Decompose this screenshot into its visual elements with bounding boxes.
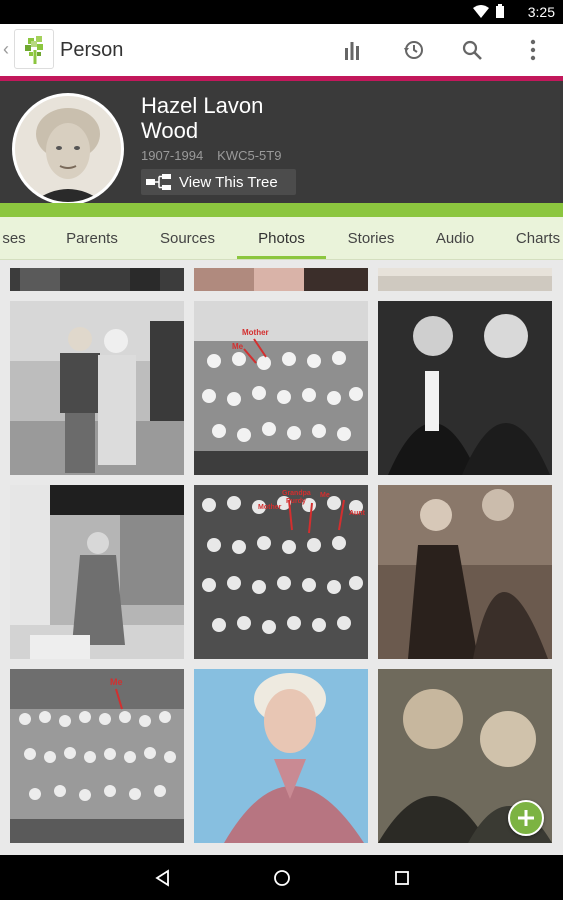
annotation-grandpa: Grandpa [282, 490, 311, 497]
tree-chart-icon [146, 174, 171, 190]
person-lifespan: 1907-1994 [141, 148, 204, 163]
plus-icon [518, 810, 534, 826]
status-time: 3:25 [527, 4, 555, 20]
photo-woman-porch[interactable] [10, 485, 184, 659]
pedigree-icon [345, 42, 359, 60]
familysearch-tree-logo[interactable] [14, 29, 54, 69]
view-tree-label: View This Tree [179, 173, 278, 191]
tab-photos[interactable]: Photos [237, 217, 326, 259]
add-photo-button[interactable] [508, 800, 544, 836]
annotation-me-2: Me [320, 492, 330, 499]
photo-group-2[interactable]: Grandpa Purdy Mother Me Aunt [194, 485, 368, 659]
green-divider [0, 203, 563, 217]
tab-stories[interactable]: Stories [333, 217, 409, 259]
search-button[interactable] [458, 36, 486, 64]
tab-parents[interactable]: Parents [50, 217, 134, 259]
photo-grid[interactable]: Mother Me Grandpa Purdy Mother Me Aunt M… [0, 260, 563, 855]
overflow-menu-button[interactable] [519, 36, 547, 64]
wifi-icon [473, 4, 489, 18]
photo-partial-2[interactable] [194, 268, 368, 291]
tab-charts[interactable]: Charts [503, 217, 563, 259]
recents-square-icon [395, 871, 409, 885]
tab-sources[interactable]: Sources [145, 217, 230, 259]
status-bar: 3:25 [0, 0, 563, 24]
person-header: Hazel Lavon Wood 1907-1994 KWC5-5T9 View… [0, 81, 563, 205]
search-icon [462, 40, 482, 60]
nav-back-button[interactable] [150, 865, 176, 891]
page-title: Person [60, 39, 124, 61]
photo-partial-3[interactable] [378, 268, 552, 291]
photo-class[interactable]: Me [10, 669, 184, 843]
tab-audio[interactable]: Audio [420, 217, 490, 259]
history-button[interactable] [399, 36, 427, 64]
back-chevron-icon[interactable]: ‹ [3, 39, 9, 60]
photo-partial-1[interactable] [10, 268, 184, 291]
nav-home-button[interactable] [269, 865, 295, 891]
tab-bar: ses Parents Sources Photos Stories Audio… [0, 217, 563, 260]
view-tree-button[interactable]: View This Tree [141, 169, 296, 195]
pedigree-button[interactable] [338, 36, 366, 64]
system-nav-bar [0, 855, 563, 900]
person-avatar[interactable] [12, 93, 124, 205]
annotation-aunt: Aunt [349, 510, 366, 517]
annotation-mother-2: Mother [258, 504, 282, 511]
nav-recents-button[interactable] [389, 865, 415, 891]
home-circle-icon [274, 870, 290, 886]
annotation-me-3: Me [110, 677, 123, 687]
person-meta: 1907-1994 KWC5-5T9 [141, 148, 281, 163]
photo-group-1[interactable]: Mother Me [194, 301, 368, 475]
back-triangle-icon [155, 869, 169, 887]
annotation-mother: Mother [242, 328, 269, 337]
photo-couple-outdoors[interactable] [10, 301, 184, 475]
status-icons [473, 4, 505, 19]
tab-spouses[interactable]: ses [0, 217, 34, 259]
history-icon [404, 41, 423, 59]
person-id: KWC5-5T9 [217, 148, 282, 163]
person-name-last: Wood [141, 118, 199, 143]
app-bar: ‹ Person [0, 24, 563, 76]
overflow-menu-icon [530, 39, 536, 61]
annotation-purdy: Purdy [286, 498, 306, 505]
person-name: Hazel Lavon Wood [141, 93, 341, 143]
person-name-first: Hazel Lavon [141, 93, 264, 118]
photo-older-woman[interactable] [194, 669, 368, 843]
annotation-me: Me [232, 342, 244, 351]
photo-couple-portrait[interactable] [378, 301, 552, 475]
battery-icon [496, 4, 504, 18]
photo-mother-child[interactable] [378, 485, 552, 659]
